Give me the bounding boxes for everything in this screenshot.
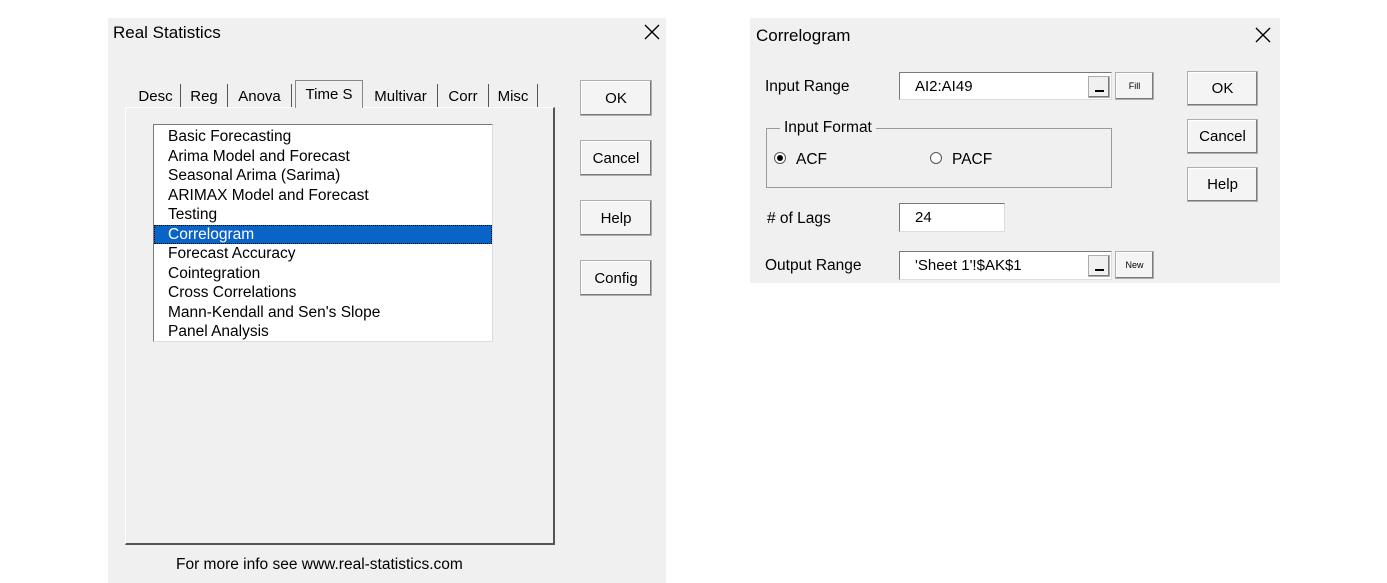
- range-select-button[interactable]: [1088, 76, 1110, 98]
- pacf-label[interactable]: PACF: [952, 151, 992, 169]
- tab-time-s[interactable]: Time S: [295, 80, 363, 108]
- input-range-value: AI2:AI49: [915, 77, 973, 95]
- help-button[interactable]: Help: [1187, 167, 1258, 202]
- tab-anova[interactable]: Anova: [228, 84, 292, 108]
- pacf-radio[interactable]: [930, 152, 942, 164]
- analysis-listbox[interactable]: Basic Forecasting Arima Model and Foreca…: [153, 124, 493, 342]
- new-button[interactable]: New: [1115, 251, 1154, 279]
- input-range-label: Input Range: [765, 78, 850, 95]
- ok-button[interactable]: OK: [1187, 71, 1258, 106]
- fill-button[interactable]: Fill: [1115, 72, 1154, 100]
- tab-desc[interactable]: Desc: [131, 84, 181, 108]
- ok-button[interactable]: OK: [580, 80, 652, 116]
- list-item[interactable]: Forecast Accuracy: [154, 244, 492, 264]
- close-icon[interactable]: [1252, 24, 1274, 46]
- dialog-title: Correlogram: [756, 26, 851, 45]
- dialog-title: Real Statistics: [113, 23, 221, 42]
- list-item[interactable]: Arima Model and Forecast: [154, 147, 492, 167]
- lags-field[interactable]: 24: [899, 203, 1005, 232]
- tab-corr[interactable]: Corr: [438, 84, 489, 108]
- config-button[interactable]: Config: [580, 260, 652, 296]
- footer-info: For more info see www.real-statistics.co…: [176, 556, 463, 573]
- tab-multivar[interactable]: Multivar: [364, 84, 438, 108]
- input-format-legend: Input Format: [780, 119, 876, 137]
- lags-label: # of Lags: [767, 210, 831, 227]
- close-icon[interactable]: [641, 21, 663, 43]
- help-button[interactable]: Help: [580, 200, 652, 236]
- tab-misc[interactable]: Misc: [489, 84, 538, 108]
- list-item[interactable]: Mann-Kendall and Sen's Slope: [154, 303, 492, 323]
- output-range-field[interactable]: 'Sheet 1'!$AK$1: [899, 251, 1112, 280]
- list-item[interactable]: Cross Correlations: [154, 283, 492, 303]
- tab-reg[interactable]: Reg: [181, 84, 228, 108]
- lags-value: 24: [915, 209, 932, 226]
- list-item[interactable]: Panel Analysis: [154, 322, 492, 342]
- output-range-value: 'Sheet 1'!$AK$1: [915, 257, 1022, 274]
- cancel-button[interactable]: Cancel: [1187, 119, 1258, 154]
- acf-radio[interactable]: [774, 152, 786, 164]
- list-item[interactable]: Basic Forecasting: [154, 127, 492, 147]
- output-range-label: Output Range: [765, 257, 862, 274]
- list-item[interactable]: Seasonal Arima (Sarima): [154, 166, 492, 186]
- acf-label[interactable]: ACF: [796, 151, 827, 169]
- cancel-button[interactable]: Cancel: [580, 140, 652, 176]
- list-item[interactable]: Testing: [154, 205, 492, 225]
- range-select-button[interactable]: [1088, 255, 1110, 277]
- input-range-field[interactable]: AI2:AI49: [899, 72, 1112, 100]
- list-item[interactable]: Cointegration: [154, 264, 492, 284]
- list-item-selected[interactable]: Correlogram: [154, 224, 492, 244]
- list-item[interactable]: ARIMAX Model and Forecast: [154, 186, 492, 206]
